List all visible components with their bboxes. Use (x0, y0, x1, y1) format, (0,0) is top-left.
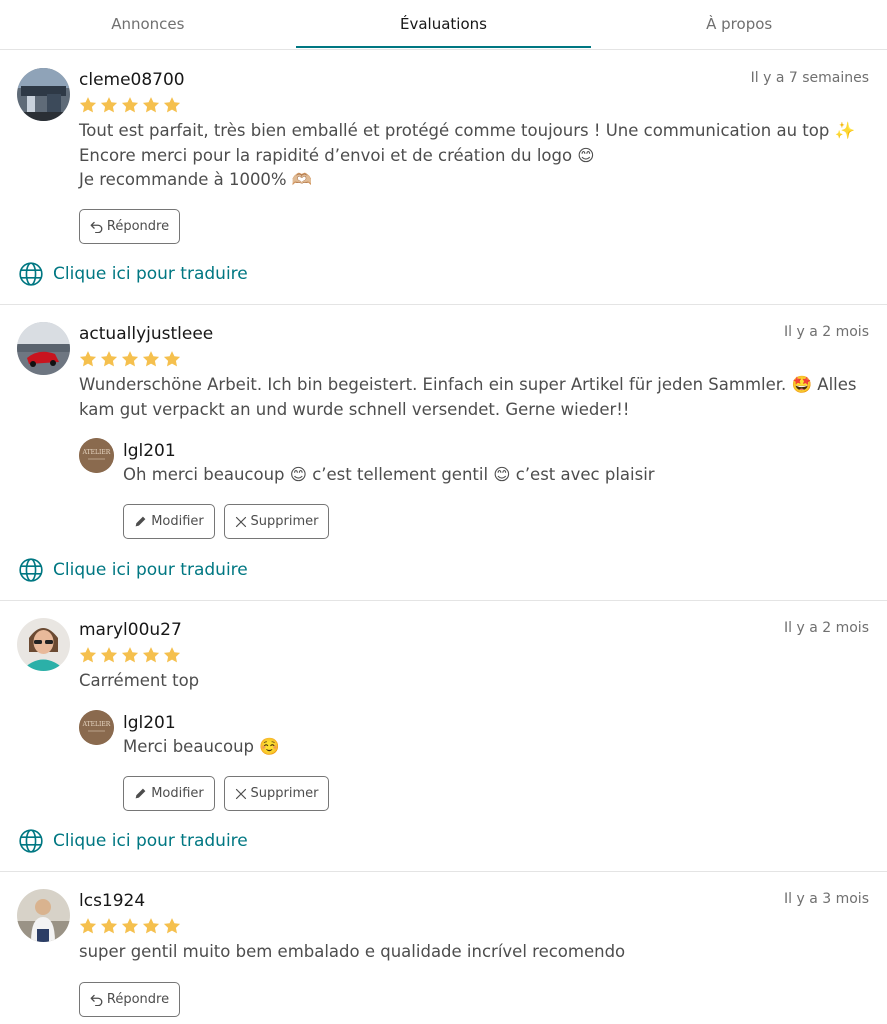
star-icon (79, 647, 97, 663)
edit-reply-button[interactable]: Modifier (123, 776, 215, 811)
review-item: cleme08700 Il y a 7 semaines Tout est pa… (0, 51, 887, 305)
reply-button-label: Répondre (106, 219, 170, 234)
review-item: actuallyjustleee Il y a 2 mois Wundersch… (0, 305, 887, 601)
review-date: Il y a 2 mois (784, 620, 869, 636)
seller-avatar[interactable]: ATELIER (79, 438, 114, 473)
edit-button-label: Modifier (151, 514, 204, 529)
edit-reply-button[interactable]: Modifier (123, 504, 215, 539)
delete-button-label: Supprimer (250, 786, 319, 801)
translate-link[interactable]: Clique ici pour traduire (18, 557, 248, 583)
star-icon (142, 647, 160, 663)
tab-evaluations[interactable]: Évaluations (295, 0, 592, 49)
profile-tabs: Annonces Évaluations À propos (0, 0, 887, 50)
star-icon (121, 351, 139, 367)
edit-button-label: Modifier (151, 786, 204, 801)
star-icon (142, 351, 160, 367)
translate-label: Clique ici pour traduire (53, 264, 248, 284)
tab-annonces[interactable]: Annonces (0, 0, 296, 49)
seller-avatar[interactable]: ATELIER (79, 710, 114, 745)
review-text: super gentil muito bem embalado e qualid… (79, 942, 626, 961)
review-username[interactable]: actuallyjustleee (79, 324, 213, 344)
avatar[interactable] (17, 618, 70, 671)
star-icon (142, 918, 160, 934)
seller-username[interactable]: lgl201 (123, 441, 176, 461)
reply-button[interactable]: Répondre (79, 209, 180, 244)
star-icon (121, 918, 139, 934)
pencil-icon (135, 788, 146, 799)
review-username[interactable]: cleme08700 (79, 70, 185, 90)
reply-icon (90, 994, 103, 1006)
avatar[interactable] (17, 322, 70, 375)
translate-link[interactable]: Clique ici pour traduire (18, 828, 248, 854)
star-icon (163, 351, 181, 367)
avatar[interactable] (17, 889, 70, 942)
translate-label: Clique ici pour traduire (53, 560, 248, 580)
star-icon (100, 351, 118, 367)
seller-reply-text: Merci beaucoup ☺️ (123, 737, 280, 756)
globe-icon (19, 262, 43, 286)
avatar[interactable] (17, 68, 70, 121)
close-icon (235, 788, 246, 799)
star-icon (121, 97, 139, 113)
star-icon (79, 351, 97, 367)
delete-reply-button[interactable]: Supprimer (224, 504, 329, 539)
star-icon (163, 918, 181, 934)
review-text: Tout est parfait, très bien emballé et p… (79, 121, 856, 189)
star-icon (79, 97, 97, 113)
review-date: Il y a 2 mois (784, 324, 869, 340)
star-rating (78, 916, 182, 936)
review-date: Il y a 7 semaines (750, 70, 869, 86)
review-item: maryl00u27 Il y a 2 mois Carrément top A… (0, 601, 887, 872)
star-icon (163, 97, 181, 113)
review-text: Carrément top (79, 671, 200, 690)
star-icon (100, 97, 118, 113)
star-icon (79, 918, 97, 934)
tab-a-propos[interactable]: À propos (591, 0, 887, 49)
translate-label: Clique ici pour traduire (53, 831, 248, 851)
star-icon (100, 918, 118, 934)
seller-reply-text: Oh merci beaucoup 😊 c’est tellement gent… (123, 465, 655, 484)
close-icon (235, 516, 246, 527)
pencil-icon (135, 516, 146, 527)
reply-button-label: Répondre (106, 992, 170, 1007)
star-icon (121, 647, 139, 663)
reply-icon (90, 221, 103, 233)
star-rating (78, 349, 182, 369)
seller-logo-text: ATELIER (82, 449, 111, 456)
star-icon (100, 647, 118, 663)
delete-reply-button[interactable]: Supprimer (224, 776, 329, 811)
star-rating (78, 95, 182, 115)
review-username[interactable]: lcs1924 (79, 891, 145, 911)
seller-username[interactable]: lgl201 (123, 713, 176, 733)
star-icon (142, 97, 160, 113)
globe-icon (19, 558, 43, 582)
review-item: lcs1924 Il y a 3 mois super gentil muito… (0, 872, 887, 1024)
star-rating (78, 645, 182, 665)
review-text: Wunderschöne Arbeit. Ich bin begeistert.… (79, 375, 857, 419)
delete-button-label: Supprimer (250, 514, 319, 529)
reply-button[interactable]: Répondre (79, 982, 180, 1017)
seller-logo-text: ATELIER (82, 721, 111, 728)
review-username[interactable]: maryl00u27 (79, 620, 182, 640)
globe-icon (19, 829, 43, 853)
star-icon (163, 647, 181, 663)
translate-link[interactable]: Clique ici pour traduire (18, 261, 248, 287)
review-date: Il y a 3 mois (784, 891, 869, 907)
